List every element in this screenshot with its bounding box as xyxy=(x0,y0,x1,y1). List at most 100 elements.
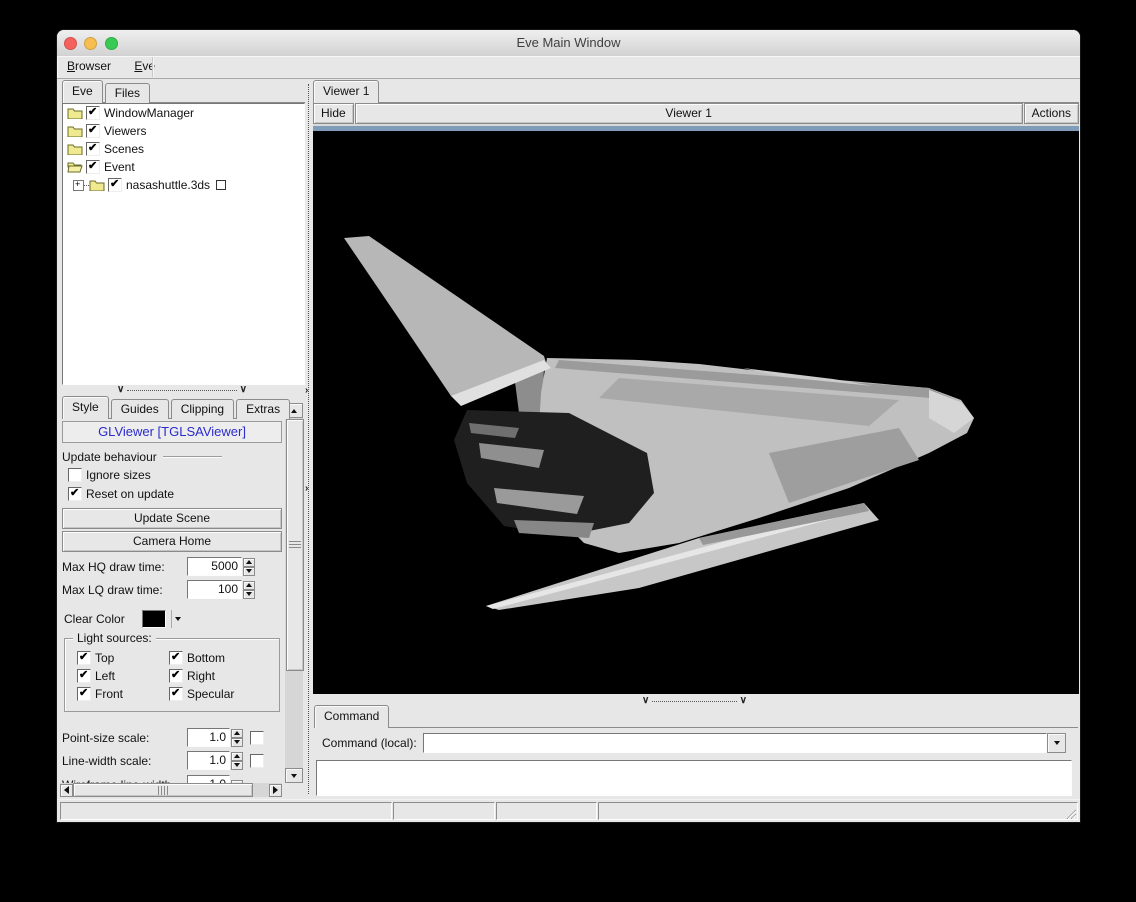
hide-button[interactable]: Hide xyxy=(313,103,354,124)
tree-checkbox[interactable] xyxy=(108,178,122,192)
panel-splitter[interactable]: › › xyxy=(305,78,312,800)
vscroll-thumb[interactable] xyxy=(286,419,304,671)
point-size-input[interactable]: 1.0 xyxy=(187,728,230,747)
left-panel: Eve Files WindowManager Viewers xyxy=(57,78,312,800)
light-right-checkbox[interactable] xyxy=(169,669,183,683)
tab-eve[interactable]: Eve xyxy=(62,80,103,103)
line-width-checkbox[interactable] xyxy=(250,754,264,768)
close-button[interactable] xyxy=(64,37,77,50)
tree-row[interactable]: nasashuttle.3ds xyxy=(63,176,304,194)
hscroll-thumb[interactable] xyxy=(73,783,253,797)
tree-checkbox[interactable] xyxy=(86,124,100,138)
max-hq-spin-down[interactable] xyxy=(243,567,255,576)
minimize-button[interactable] xyxy=(84,37,97,50)
max-hq-input[interactable]: 5000 xyxy=(187,557,242,576)
dropdown-arrow-icon xyxy=(1054,741,1060,745)
style-vscrollbar[interactable] xyxy=(285,403,303,783)
light-specular-option[interactable]: Specular xyxy=(169,687,269,701)
light-specular-checkbox[interactable] xyxy=(169,687,183,701)
gl-viewport[interactable] xyxy=(313,131,1079,694)
tree-item-label: Event xyxy=(100,160,135,174)
title-bar[interactable]: Eve Main Window xyxy=(57,30,1080,57)
update-scene-button[interactable]: Update Scene xyxy=(62,508,282,529)
light-front-option[interactable]: Front xyxy=(77,687,169,701)
select-box-icon[interactable] xyxy=(216,180,226,190)
tab-files[interactable]: Files xyxy=(105,83,150,103)
reset-on-update-option[interactable]: Reset on update xyxy=(68,487,174,501)
point-size-spin-down[interactable] xyxy=(231,738,243,747)
menu-eve[interactable]: Eve xyxy=(124,56,165,73)
tab-guides[interactable]: Guides xyxy=(111,399,169,419)
tree-row[interactable]: Event xyxy=(63,158,304,176)
light-bottom-checkbox[interactable] xyxy=(169,651,183,665)
splitter-chevron-icon: ∨ xyxy=(117,387,124,393)
max-hq-spin-up[interactable] xyxy=(243,558,255,567)
light-bottom-option[interactable]: Bottom xyxy=(169,651,269,665)
scroll-left-button[interactable] xyxy=(60,784,73,797)
ignore-sizes-option[interactable]: Ignore sizes xyxy=(68,468,151,482)
actions-button[interactable]: Actions xyxy=(1024,103,1079,124)
viewer-toolbar: Hide Viewer 1 Actions xyxy=(313,103,1079,124)
point-size-spin-up[interactable] xyxy=(231,729,243,738)
dropdown-arrow-icon xyxy=(175,617,181,621)
clear-color-dropdown[interactable] xyxy=(175,617,181,621)
light-sources-title: Light sources: xyxy=(73,631,156,645)
command-input[interactable] xyxy=(423,733,1047,753)
tree-checkbox[interactable] xyxy=(86,142,100,156)
command-output[interactable] xyxy=(316,760,1072,796)
light-top-checkbox[interactable] xyxy=(77,651,91,665)
line-width-spin-up[interactable] xyxy=(231,752,243,761)
max-lq-input[interactable]: 100 xyxy=(187,580,242,599)
scroll-down-icon xyxy=(291,774,297,778)
tab-style[interactable]: Style xyxy=(62,396,109,419)
max-lq-spin-up[interactable] xyxy=(243,581,255,590)
viewer-title[interactable]: Viewer 1 xyxy=(355,103,1023,124)
folder-icon xyxy=(67,125,83,137)
camera-home-button[interactable]: Camera Home xyxy=(62,531,282,552)
light-left-option[interactable]: Left xyxy=(77,669,169,683)
tree-row[interactable]: Scenes xyxy=(63,140,304,158)
light-right-option[interactable]: Right xyxy=(169,669,269,683)
tree-checkbox[interactable] xyxy=(86,106,100,120)
tab-command[interactable]: Command xyxy=(314,705,389,728)
glviewer-link-button[interactable]: GLViewer [TGLSAViewer] xyxy=(62,421,282,443)
command-combo xyxy=(423,733,1066,753)
tree-item-label: Viewers xyxy=(100,124,146,138)
wireframe-input[interactable]: 1.0 xyxy=(187,775,230,783)
scroll-down-button[interactable] xyxy=(285,768,303,783)
scroll-right-button[interactable] xyxy=(269,784,282,797)
zoom-button[interactable] xyxy=(105,37,118,50)
light-front-checkbox[interactable] xyxy=(77,687,91,701)
left-splitter[interactable]: ∨ ∨ xyxy=(117,385,247,395)
line-width-input[interactable]: 1.0 xyxy=(187,751,230,770)
folder-icon xyxy=(67,143,83,155)
line-width-spin-down[interactable] xyxy=(231,761,243,770)
max-lq-spin-down[interactable] xyxy=(243,590,255,599)
editor-tabbar: Style Guides Clipping Extras xyxy=(62,396,284,419)
viewer-splitter[interactable]: ∨ ∨ xyxy=(642,696,747,706)
tree-item-label: nasashuttle.3ds xyxy=(122,178,210,192)
menu-bar: Browser Eve xyxy=(57,56,1080,79)
viewer-panel: Viewer 1 Hide Viewer 1 Actions xyxy=(312,78,1080,800)
splitter-chevron-icon: ∨ xyxy=(240,387,247,393)
tab-extras[interactable]: Extras xyxy=(236,399,290,419)
expand-icon[interactable] xyxy=(73,180,84,191)
tree-row[interactable]: Viewers xyxy=(63,122,304,140)
style-hscrollbar[interactable] xyxy=(60,783,282,797)
menu-browser[interactable]: Browser xyxy=(57,56,121,73)
resize-grip-icon[interactable] xyxy=(1065,808,1076,819)
scroll-left-icon xyxy=(64,786,69,794)
light-left-checkbox[interactable] xyxy=(77,669,91,683)
command-dropdown-button[interactable] xyxy=(1047,733,1066,753)
tab-viewer-1[interactable]: Viewer 1 xyxy=(313,80,379,103)
ignore-sizes-checkbox[interactable] xyxy=(68,468,82,482)
splitter-chevron-icon: ∨ xyxy=(642,698,649,704)
tab-clipping[interactable]: Clipping xyxy=(171,399,234,419)
tree-checkbox[interactable] xyxy=(86,160,100,174)
light-top-option[interactable]: Top xyxy=(77,651,169,665)
command-tabbar: Command xyxy=(314,707,1078,728)
point-size-checkbox[interactable] xyxy=(250,731,264,745)
reset-on-update-checkbox[interactable] xyxy=(68,487,82,501)
clear-color-swatch[interactable] xyxy=(142,610,166,628)
tree-row[interactable]: WindowManager xyxy=(63,104,304,122)
